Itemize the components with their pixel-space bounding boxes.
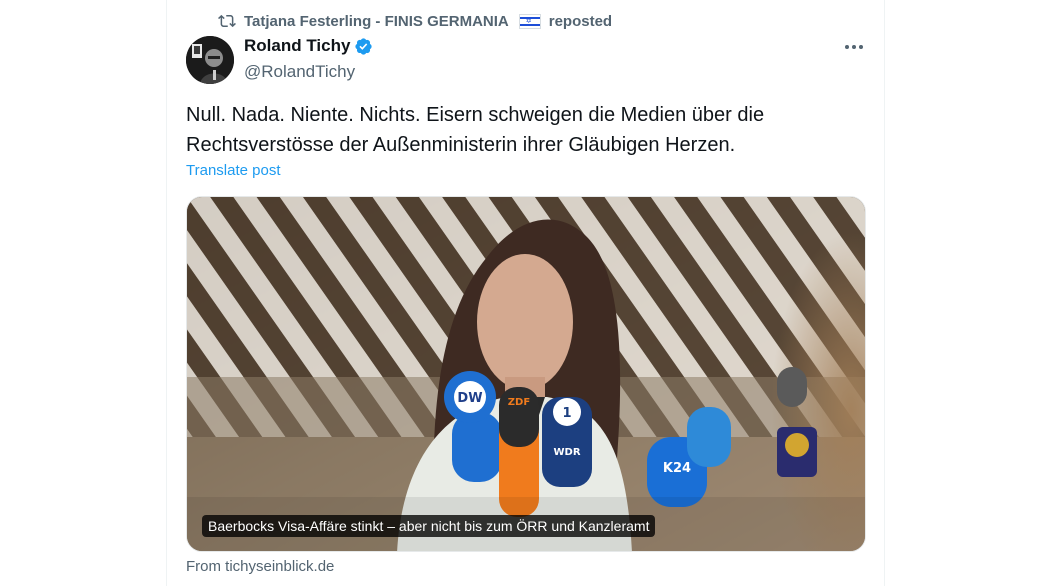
tweet-text: Null. Nada. Niente. Nichts. Eisern schwe…: [186, 100, 846, 160]
more-options-button[interactable]: [840, 36, 868, 58]
author-name[interactable]: Roland Tichy: [244, 36, 350, 56]
israel-flag-icon: ✡: [518, 13, 541, 29]
repost-indicator[interactable]: Tatjana Festerling - FINIS GERMANIA ✡ re…: [218, 11, 612, 31]
svg-text:1: 1: [562, 406, 571, 421]
tweet-text-line-2: Rechtsverstösse der Außenministerin ihre…: [186, 134, 736, 156]
press-conference-photo: DW ZDF 1 WDR K24: [187, 197, 865, 551]
repost-icon: [218, 14, 236, 28]
repost-user-name[interactable]: Tatjana Festerling - FINIS GERMANIA: [244, 13, 509, 30]
translate-post-link[interactable]: Translate post: [186, 162, 281, 179]
link-card-source[interactable]: From tichyseinblick.de: [186, 558, 334, 575]
timeline-left-border: [166, 0, 167, 586]
svg-text:ZDF: ZDF: [508, 397, 530, 408]
timeline-right-border: [884, 0, 885, 586]
tweet-text-line-1: Null. Nada. Niente. Nichts. Eisern schwe…: [186, 104, 765, 126]
link-card-image[interactable]: DW ZDF 1 WDR K24: [186, 196, 866, 552]
svg-text:DW: DW: [457, 391, 482, 406]
author-avatar[interactable]: [186, 36, 234, 84]
link-card-caption[interactable]: Baerbocks Visa-Affäre stinkt – aber nich…: [202, 515, 656, 537]
verified-badge-icon[interactable]: [354, 37, 373, 56]
repost-label: reposted: [548, 12, 613, 30]
author-name-row[interactable]: Roland Tichy: [244, 36, 373, 56]
author-handle[interactable]: @RolandTichy: [244, 62, 355, 82]
ellipsis-icon: [845, 45, 863, 49]
svg-text:K24: K24: [663, 461, 691, 476]
svg-text:WDR: WDR: [553, 447, 580, 458]
